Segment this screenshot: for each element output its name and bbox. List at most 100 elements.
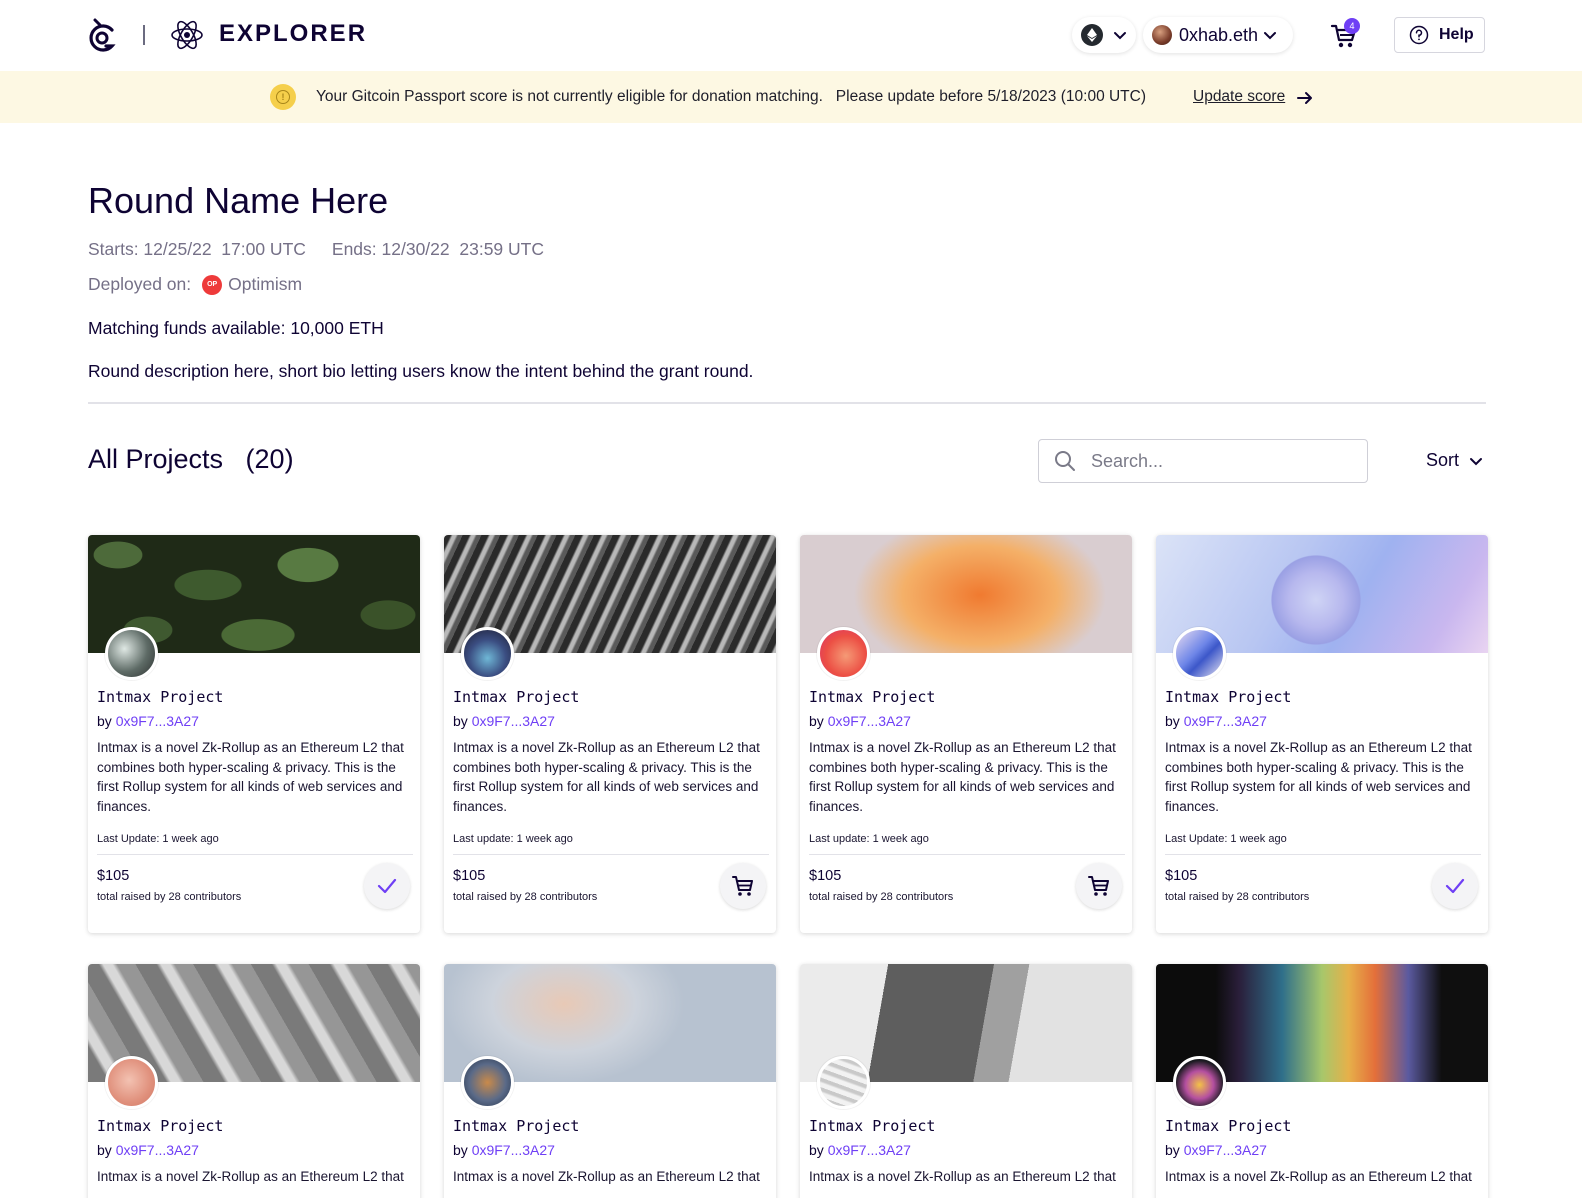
- optimism-icon: OP: [202, 274, 223, 295]
- network-selector[interactable]: [1072, 17, 1136, 53]
- project-title: Intmax Project: [1165, 688, 1292, 706]
- project-title: Intmax Project: [97, 1117, 224, 1135]
- chevron-down-icon: [1114, 32, 1126, 40]
- project-description: Intmax is a novel Zk-Rollup as an Ethere…: [809, 740, 1116, 814]
- project-description: Intmax is a novel Zk-Rollup as an Ethere…: [453, 740, 760, 814]
- project-card[interactable]: Intmax Project by 0x9F7...3A27 Intmax is…: [800, 535, 1132, 933]
- cart-count-badge: 4: [1344, 18, 1360, 34]
- sort-dropdown[interactable]: Sort: [1426, 450, 1483, 471]
- brand-name: EXPLORER: [219, 20, 368, 47]
- round-start-date: Starts: 12/25/22 17:00 UTC: [88, 239, 306, 259]
- project-description: Intmax is a novel Zk-Rollup as an Ethere…: [1165, 1169, 1472, 1184]
- help-button[interactable]: Help: [1394, 17, 1485, 53]
- project-description: Intmax is a novel Zk-Rollup as an Ethere…: [1165, 740, 1472, 814]
- project-card[interactable]: Intmax Project by 0x9F7...3A27 Intmax is…: [1156, 535, 1488, 933]
- help-circle-icon: [1409, 25, 1429, 45]
- project-description: Intmax is a novel Zk-Rollup as an Ethere…: [809, 1169, 1116, 1184]
- gitcoin-logo-icon[interactable]: [86, 16, 120, 54]
- project-description: Intmax is a novel Zk-Rollup as an Ethere…: [97, 1169, 404, 1184]
- last-update: Last Update: 1 week ago: [97, 833, 219, 845]
- contributors-count: total raised by 28 contributors: [1165, 891, 1310, 903]
- search-input[interactable]: [1091, 450, 1341, 472]
- project-card[interactable]: Intmax Project by 0x9F7...3A27 Intmax is…: [444, 535, 776, 933]
- project-owner: by 0x9F7...3A27: [453, 713, 555, 729]
- owner-address-link[interactable]: 0x9F7...3A27: [472, 713, 555, 729]
- section-divider: [88, 402, 1486, 404]
- search-field[interactable]: [1038, 439, 1368, 483]
- cart-icon: [732, 876, 753, 896]
- round-description: Round description here, short bio lettin…: [88, 361, 754, 381]
- cart-icon: [1088, 876, 1109, 896]
- round-dates: Starts: 12/25/22 17:00 UTC Ends: 12/30/22…: [88, 239, 544, 260]
- project-avatar: [817, 1056, 870, 1109]
- project-avatar: [817, 627, 870, 680]
- owner-address-link[interactable]: 0x9F7...3A27: [472, 1142, 555, 1158]
- account-avatar: [1152, 25, 1172, 45]
- account-name: 0xhab.eth: [1179, 24, 1259, 45]
- banner-message: Your Gitcoin Passport score is not curre…: [316, 88, 1147, 105]
- passport-warning-banner: ! Your Gitcoin Passport score is not cur…: [0, 71, 1582, 123]
- check-icon: [377, 878, 397, 894]
- warning-icon: !: [270, 84, 296, 110]
- card-divider: [1165, 854, 1481, 855]
- ethereum-icon: [1081, 24, 1103, 46]
- logo-separator: [143, 25, 145, 45]
- chevron-down-icon: [1264, 32, 1277, 40]
- sort-label: Sort: [1426, 450, 1460, 470]
- added-to-cart-button[interactable]: [1432, 863, 1478, 909]
- project-title: Intmax Project: [453, 688, 580, 706]
- card-divider: [97, 854, 413, 855]
- owner-address-link[interactable]: 0x9F7...3A27: [828, 1142, 911, 1158]
- check-icon: [1445, 878, 1465, 894]
- owner-address-link[interactable]: 0x9F7...3A27: [116, 1142, 199, 1158]
- last-update: Last Update: 1 week ago: [1165, 833, 1287, 845]
- project-title: Intmax Project: [809, 1117, 936, 1135]
- project-title: Intmax Project: [809, 688, 936, 706]
- account-selector[interactable]: 0xhab.eth: [1143, 17, 1293, 53]
- project-card[interactable]: Intmax Project by 0x9F7...3A27 Intmax is…: [88, 964, 420, 1198]
- project-card[interactable]: Intmax Project by 0x9F7...3A27 Intmax is…: [444, 964, 776, 1198]
- project-owner: by 0x9F7...3A27: [1165, 713, 1267, 729]
- matching-funds: Matching funds available: 10,000 ETH: [88, 318, 384, 338]
- project-card[interactable]: Intmax Project by 0x9F7...3A27 Intmax is…: [1156, 964, 1488, 1198]
- round-end-date: Ends: 12/30/22 23:59 UTC: [331, 239, 544, 259]
- update-score-link[interactable]: Update score: [1193, 88, 1285, 106]
- project-title: Intmax Project: [97, 688, 224, 706]
- added-to-cart-button[interactable]: [364, 863, 410, 909]
- project-avatar: [105, 627, 158, 680]
- arrow-right-icon[interactable]: [1296, 89, 1314, 107]
- explorer-atom-icon[interactable]: [170, 18, 204, 52]
- project-title: Intmax Project: [1165, 1117, 1292, 1135]
- project-avatar: [105, 1056, 158, 1109]
- help-label: Help: [1439, 26, 1474, 43]
- contributors-count: total raised by 28 contributors: [809, 891, 954, 903]
- amount-raised: $105: [97, 868, 130, 884]
- project-owner: by 0x9F7...3A27: [97, 1142, 199, 1158]
- deployed-label: Deployed on:: [88, 274, 192, 294]
- project-owner: by 0x9F7...3A27: [809, 1142, 911, 1158]
- project-avatar: [461, 627, 514, 680]
- search-icon: [1055, 451, 1075, 471]
- owner-address-link[interactable]: 0x9F7...3A27: [116, 713, 199, 729]
- amount-raised: $105: [809, 868, 842, 884]
- network-name: Optimism: [228, 274, 303, 294]
- project-avatar: [461, 1056, 514, 1109]
- project-title: Intmax Project: [453, 1117, 580, 1135]
- project-card[interactable]: Intmax Project by 0x9F7...3A27 Intmax is…: [88, 535, 420, 933]
- project-owner: by 0x9F7...3A27: [809, 713, 911, 729]
- owner-address-link[interactable]: 0x9F7...3A27: [1184, 1142, 1267, 1158]
- amount-raised: $105: [453, 868, 486, 884]
- chevron-down-icon: [1470, 457, 1483, 465]
- project-card[interactable]: Intmax Project by 0x9F7...3A27 Intmax is…: [800, 964, 1132, 1198]
- amount-raised: $105: [1165, 868, 1198, 884]
- project-avatar: [1173, 627, 1226, 680]
- owner-address-link[interactable]: 0x9F7...3A27: [828, 713, 911, 729]
- project-description: Intmax is a novel Zk-Rollup as an Ethere…: [97, 740, 404, 814]
- project-owner: by 0x9F7...3A27: [453, 1142, 555, 1158]
- all-projects-heading: All Projects (20): [88, 444, 294, 474]
- project-description: Intmax is a novel Zk-Rollup as an Ethere…: [453, 1169, 760, 1184]
- last-update: Last update: 1 week ago: [809, 833, 929, 845]
- add-to-cart-button[interactable]: [1076, 863, 1122, 909]
- owner-address-link[interactable]: 0x9F7...3A27: [1184, 713, 1267, 729]
- add-to-cart-button[interactable]: [720, 863, 766, 909]
